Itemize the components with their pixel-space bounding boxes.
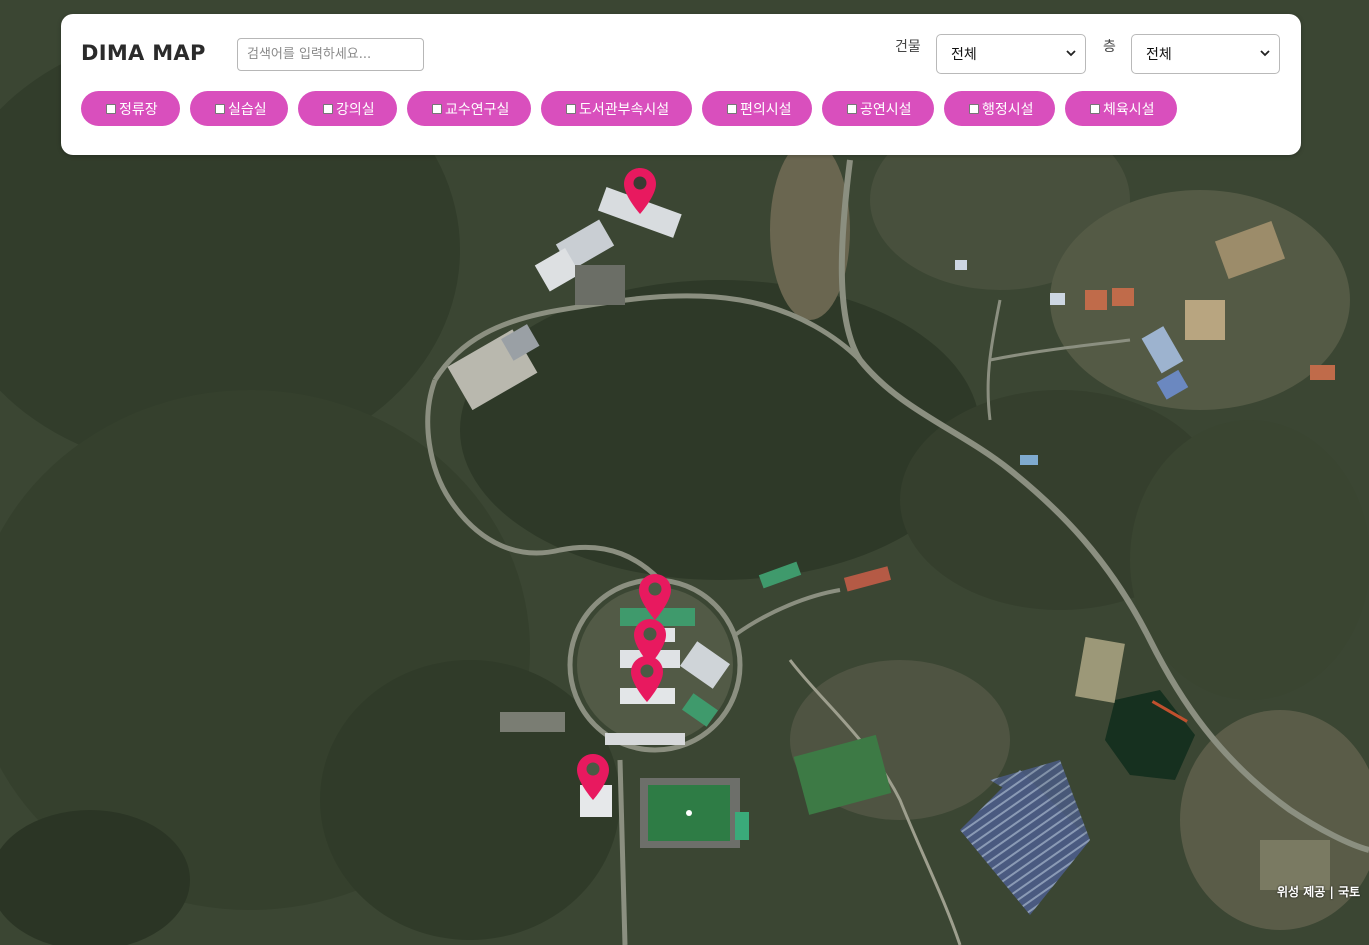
building-select-value: 전체 [951, 47, 977, 63]
building-filter-label: 건물 [895, 39, 921, 55]
building-select[interactable]: 전체 [936, 34, 1086, 74]
checkbox[interactable] [727, 103, 737, 114]
category-label: 공연시설 [860, 101, 912, 118]
map-pin-icon[interactable] [576, 753, 610, 801]
category-chip-bus-stop[interactable]: 정류장 [81, 91, 180, 126]
checkbox[interactable] [969, 103, 979, 114]
category-label: 강의실 [336, 101, 375, 118]
map-pin-icon[interactable] [630, 655, 664, 703]
checkbox[interactable] [566, 103, 576, 114]
map-pin-icon[interactable] [638, 573, 672, 621]
map-pin-icon[interactable] [623, 167, 657, 215]
category-label: 정류장 [119, 101, 158, 118]
category-label: 도서관부속시설 [579, 101, 670, 118]
app-title: DIMA MAP [81, 41, 206, 65]
category-chip-library[interactable]: 도서관부속시설 [541, 91, 692, 126]
chevron-down-icon [1260, 50, 1270, 57]
checkbox[interactable] [1090, 103, 1100, 114]
category-chip-lab[interactable]: 실습실 [190, 91, 288, 126]
category-label: 행정시설 [982, 101, 1034, 118]
floor-filter-label: 층 [1103, 39, 1116, 55]
search-input[interactable] [237, 38, 424, 71]
floor-select-value: 전체 [1146, 47, 1172, 63]
map-attribution: 위성 제공 | 국토 [1277, 885, 1361, 899]
control-panel: DIMA MAP 건물 전체 층 전체 정류장 실습실 강의실 교수연구실 [61, 14, 1301, 155]
category-label: 실습실 [228, 101, 267, 118]
checkbox[interactable] [106, 103, 116, 114]
category-label: 편의시설 [740, 101, 792, 118]
category-chip-performance[interactable]: 공연시설 [822, 91, 934, 126]
category-chip-lecture-room[interactable]: 강의실 [298, 91, 397, 126]
category-label: 체육시설 [1103, 101, 1155, 118]
checkbox[interactable] [432, 103, 442, 114]
category-chip-convenience[interactable]: 편의시설 [702, 91, 812, 126]
checkbox[interactable] [215, 103, 225, 114]
chevron-down-icon [1066, 50, 1076, 57]
category-chip-administration[interactable]: 행정시설 [944, 91, 1055, 126]
category-chip-professor-office[interactable]: 교수연구실 [407, 91, 531, 126]
category-label: 교수연구실 [445, 101, 510, 118]
category-chip-sports[interactable]: 체육시설 [1065, 91, 1177, 126]
floor-select[interactable]: 전체 [1131, 34, 1280, 74]
category-filters: 정류장 실습실 강의실 교수연구실 도서관부속시설 편의시설 공연시설 행정시설… [81, 91, 1177, 126]
checkbox[interactable] [323, 103, 333, 114]
checkbox[interactable] [847, 103, 857, 114]
